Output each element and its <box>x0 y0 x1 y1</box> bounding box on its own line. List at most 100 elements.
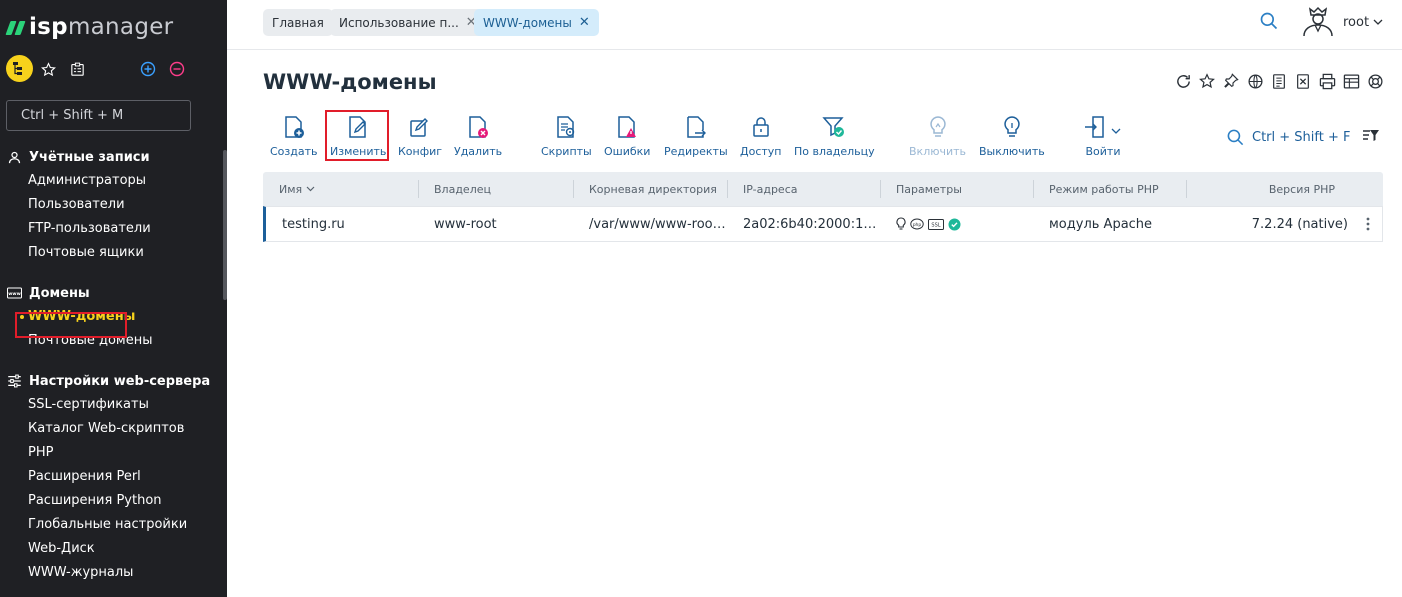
row-menu-icon[interactable] <box>1354 217 1382 231</box>
search-icon <box>1226 128 1245 147</box>
print-icon[interactable] <box>1318 72 1336 90</box>
logo[interactable]: ispmanager <box>5 12 174 42</box>
domains-table: Имя Владелец Корневая директория IP-адре… <box>263 172 1383 242</box>
document-icon[interactable] <box>1270 72 1288 90</box>
toolbar-label: Конфиг <box>398 145 443 158</box>
sidebar-item-python-extensions[interactable]: Расширения Python <box>0 489 223 513</box>
nav-group-label: Учётные записи <box>29 149 150 165</box>
tab-usage[interactable]: Использование п... ✕ <box>330 9 486 36</box>
tree-menu-icon[interactable] <box>6 55 33 82</box>
help-lifebuoy-icon[interactable] <box>1366 72 1384 90</box>
sidebar-item-php[interactable]: PHP <box>0 441 223 465</box>
table-row[interactable]: testing.ru www-root /var/www/www-root...… <box>263 206 1383 242</box>
star-icon[interactable] <box>38 59 58 79</box>
column-header-name[interactable]: Имя <box>263 172 418 206</box>
star-icon[interactable] <box>1198 72 1216 90</box>
page-title: WWW-домены <box>263 70 437 94</box>
toolbar-label: Создать <box>270 145 318 158</box>
sidebar-item-users[interactable]: Пользователи <box>0 193 223 217</box>
pin-icon[interactable] <box>1222 72 1240 90</box>
delete-button[interactable]: Удалить <box>454 114 502 160</box>
sidebar-item-global-settings[interactable]: Глобальные настройки <box>0 513 223 537</box>
brand-name-light: manager <box>67 14 174 40</box>
scripts-button[interactable]: Скрипты <box>541 114 592 160</box>
edit-button-highlight <box>325 110 389 161</box>
errors-button[interactable]: Ошибки <box>604 114 650 160</box>
toolbar-label: Ошибки <box>604 145 651 158</box>
sidebar-item-administrators[interactable]: Администраторы <box>0 169 223 193</box>
table-header: Имя Владелец Корневая директория IP-адре… <box>263 172 1383 206</box>
enable-button[interactable]: Включить <box>909 114 966 160</box>
access-button[interactable]: Доступ <box>740 114 781 160</box>
column-header-php-version[interactable]: Версия PHP <box>1186 172 1383 206</box>
sort-chevron-icon <box>306 186 315 192</box>
toolbar-label: Редиректы <box>664 145 728 158</box>
sidebar: ispmanager Ctrl + Shift + M Учётные запи… <box>0 0 227 597</box>
nav-group-label: Домены <box>29 285 90 301</box>
cell-name: testing.ru <box>282 216 345 232</box>
refresh-icon[interactable] <box>1174 72 1192 90</box>
global-search-icon[interactable] <box>1259 11 1279 35</box>
sidebar-scrollbar[interactable] <box>223 150 227 300</box>
column-header-php-mode[interactable]: Режим работы PHP <box>1033 172 1186 206</box>
tab-label: Использование п... <box>339 15 459 30</box>
status-ok-icon <box>948 218 961 231</box>
user-name: root <box>1343 15 1370 30</box>
tab-www-domains[interactable]: WWW-домены ✕ <box>474 9 599 36</box>
nav-group-webserver-settings[interactable]: Настройки web-сервера <box>0 369 223 393</box>
bulb-on-icon <box>896 217 906 231</box>
cell-owner: www-root <box>434 216 497 232</box>
tab-home[interactable]: Главная <box>263 9 333 36</box>
tab-label: WWW-домены <box>483 15 572 30</box>
column-header-root[interactable]: Корневая директория <box>573 172 727 206</box>
nav-group-domains[interactable]: www Домены <box>0 281 223 305</box>
top-bar: Главная Использование п... ✕ WWW-домены … <box>227 0 1402 50</box>
lock-icon <box>749 114 773 140</box>
active-item-highlight <box>15 312 127 338</box>
cell-params: php SSL <box>880 217 1033 231</box>
collapse-all-icon[interactable] <box>167 59 187 79</box>
column-header-owner[interactable]: Владелец <box>418 172 573 206</box>
sidebar-item-web-scripts-catalog[interactable]: Каталог Web-скриптов <box>0 417 223 441</box>
sidebar-item-mailboxes[interactable]: Почтовые ящики <box>0 241 223 265</box>
login-door-icon <box>1083 114 1123 140</box>
expand-all-icon[interactable] <box>138 59 158 79</box>
sidebar-item-ftp-users[interactable]: FTP-пользователи <box>0 217 223 241</box>
svg-text:php: php <box>913 222 922 228</box>
table-search-hint: Ctrl + Shift + F <box>1252 130 1351 145</box>
column-header-ip[interactable]: IP-адреса <box>727 172 880 206</box>
by-owner-button[interactable]: По владельцу <box>794 114 875 160</box>
config-button[interactable]: Конфиг <box>398 114 442 160</box>
sidebar-item-www-logs[interactable]: WWW-журналы <box>0 561 223 585</box>
globe-icon[interactable] <box>1246 72 1264 90</box>
redirects-button[interactable]: Редиректы <box>664 114 728 160</box>
nav-group-label: Настройки web-сервера <box>29 373 211 389</box>
bulb-on-icon <box>926 114 950 140</box>
user-avatar-icon[interactable] <box>1301 5 1335 41</box>
filter-icon[interactable] <box>1362 128 1380 147</box>
quick-actions <box>6 54 221 84</box>
column-header-params[interactable]: Параметры <box>880 172 1033 206</box>
toolbar-label: Удалить <box>454 145 503 158</box>
brand-name-bold: isp <box>29 14 68 40</box>
php-icon: php <box>910 218 924 230</box>
bulb-off-icon <box>1000 114 1024 140</box>
login-button[interactable]: Войти <box>1083 114 1123 160</box>
file-redirect-icon <box>684 114 708 140</box>
sidebar-item-ssl-certificates[interactable]: SSL-сертификаты <box>0 393 223 417</box>
close-icon[interactable]: ✕ <box>579 15 590 30</box>
excel-export-icon[interactable] <box>1294 72 1312 90</box>
sidebar-item-perl-extensions[interactable]: Расширения Perl <box>0 465 223 489</box>
create-button[interactable]: Создать <box>270 114 318 160</box>
nav-group-accounts[interactable]: Учётные записи <box>0 145 223 169</box>
menu-search-input[interactable]: Ctrl + Shift + M <box>6 100 191 131</box>
menu-search-placeholder: Ctrl + Shift + M <box>21 108 124 123</box>
clipboard-icon[interactable] <box>67 59 87 79</box>
table-search[interactable]: Ctrl + Shift + F <box>1226 128 1350 147</box>
disable-button[interactable]: Выключить <box>979 114 1045 160</box>
cell-php-mode: модуль Apache <box>1049 216 1153 232</box>
sidebar-item-web-disk[interactable]: Web-Диск <box>0 537 223 561</box>
cell-php-version: 7.2.24 (native) <box>1251 216 1348 232</box>
user-menu[interactable]: root <box>1343 15 1383 30</box>
table-settings-icon[interactable] <box>1342 72 1360 90</box>
